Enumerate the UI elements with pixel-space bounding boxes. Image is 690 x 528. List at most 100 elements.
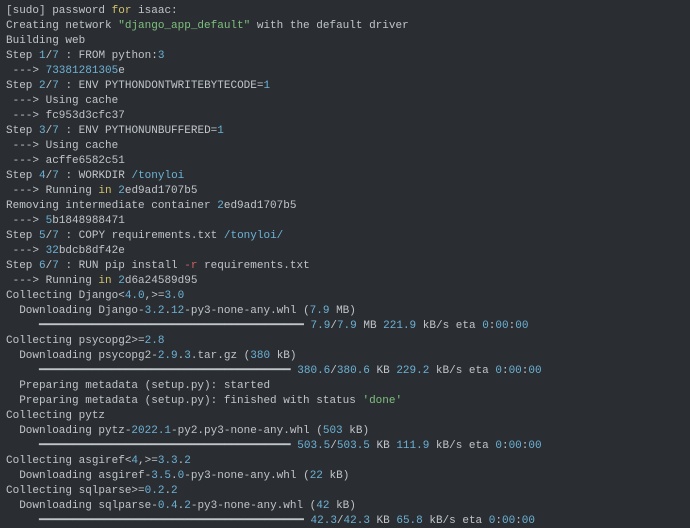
- terminal-segment: ,>=: [138, 455, 158, 467]
- terminal-segment: 3.0: [164, 290, 184, 302]
- terminal-segment: 503: [323, 425, 343, 437]
- terminal-segment: Step: [6, 80, 39, 92]
- terminal-segment: 1: [263, 80, 270, 92]
- terminal-line: ---> Using cache: [6, 139, 684, 154]
- terminal-segment: 7: [52, 80, 59, 92]
- terminal-segment: kB): [323, 470, 349, 482]
- terminal-segment: --->: [6, 65, 46, 77]
- terminal-segment: Step: [6, 125, 39, 137]
- terminal-segment: ━━━━━━━━━━━━━━━━━━━━━━━━━━━━━━━━━━━━━━: [6, 440, 297, 452]
- terminal-segment: KB: [370, 515, 396, 527]
- terminal-segment: 1: [217, 125, 224, 137]
- terminal-segment: 7: [52, 260, 59, 272]
- terminal-segment: Preparing metadata (setup.py): started: [6, 380, 270, 392]
- terminal-segment: Downloading sqlparse-: [6, 500, 158, 512]
- terminal-segment: 4.0: [125, 290, 145, 302]
- terminal-segment: bdcb8df42e: [59, 245, 125, 257]
- terminal-segment: 0.2: [145, 485, 165, 497]
- terminal-segment: 65.8: [396, 515, 422, 527]
- terminal-segment: 6: [39, 260, 46, 272]
- terminal-segment: : FROM python:: [59, 50, 158, 62]
- terminal-line: Preparing metadata (setup.py): finished …: [6, 394, 684, 409]
- terminal-segment: ---> Running: [6, 275, 98, 287]
- terminal-segment: --->: [6, 215, 46, 227]
- terminal-line: Downloading sqlparse-0.4.2-py3-none-any.…: [6, 499, 684, 514]
- terminal-segment: kB/s eta: [429, 365, 495, 377]
- terminal-segment: 00: [502, 515, 515, 527]
- terminal-line: Step 3/7 : ENV PYTHONUNBUFFERED=1: [6, 124, 684, 139]
- terminal-segment: -py3-none-any.whl (: [191, 500, 316, 512]
- terminal-segment: 3.2: [145, 305, 165, 317]
- terminal-line: Step 1/7 : FROM python:3: [6, 49, 684, 64]
- terminal-segment: 2022.1: [131, 425, 171, 437]
- terminal-segment: 32: [46, 245, 59, 257]
- terminal-line: Step 6/7 : RUN pip install -r requiremen…: [6, 259, 684, 274]
- terminal-segment: 2: [217, 200, 224, 212]
- terminal-segment: 380: [250, 350, 270, 362]
- terminal-line: ---> fc953d3cfc37: [6, 109, 684, 124]
- terminal-line: ---> acffe6582c51: [6, 154, 684, 169]
- terminal-segment: 2: [184, 500, 191, 512]
- terminal-segment: 3: [39, 125, 46, 137]
- terminal-segment: for: [112, 5, 132, 17]
- terminal-segment: 2: [118, 275, 125, 287]
- terminal-line: Removing intermediate container 2ed9ad17…: [6, 199, 684, 214]
- terminal-line: Step 2/7 : ENV PYTHONDONTWRITEBYTECODE=1: [6, 79, 684, 94]
- terminal-line: Downloading pytz-2022.1-py2.py3-none-any…: [6, 424, 684, 439]
- terminal-segment: 111.9: [396, 440, 429, 452]
- terminal-segment: 7: [52, 125, 59, 137]
- terminal-segment: Downloading Django-: [6, 305, 145, 317]
- terminal-segment: in: [98, 275, 111, 287]
- terminal-segment: -py3-none-any.whl (: [184, 305, 309, 317]
- terminal-line: ━━━━━━━━━━━━━━━━━━━━━━━━━━━━━━━━━━━━━━━━…: [6, 514, 684, 528]
- terminal-segment: MB: [357, 320, 383, 332]
- terminal-segment: 00: [522, 515, 535, 527]
- terminal-segment: : ENV PYTHONUNBUFFERED=: [59, 125, 217, 137]
- terminal-line: Downloading asgiref-3.5.0-py3-none-any.w…: [6, 469, 684, 484]
- terminal-segment: 2: [184, 455, 191, 467]
- terminal-line: ━━━━━━━━━━━━━━━━━━━━━━━━━━━━━━━━━━━━━━ 3…: [6, 364, 684, 379]
- terminal-line: Downloading Django-3.2.12-py3-none-any.w…: [6, 304, 684, 319]
- terminal-segment: 503.5: [297, 440, 330, 452]
- terminal-segment: requirements.txt: [197, 260, 309, 272]
- terminal-segment: d6a24589d95: [125, 275, 198, 287]
- terminal-segment: 7: [52, 50, 59, 62]
- terminal-line: ---> 5b1848988471: [6, 214, 684, 229]
- terminal-segment: 12: [171, 305, 184, 317]
- terminal-segment: ed9ad1707b5: [224, 200, 297, 212]
- terminal-segment: 503.5: [337, 440, 370, 452]
- terminal-segment: 73381281305: [46, 65, 119, 77]
- terminal-segment: Downloading psycopg2-: [6, 350, 158, 362]
- terminal-segment: Step: [6, 230, 39, 242]
- terminal-segment: MB): [329, 305, 355, 317]
- terminal-segment: kB/s eta: [429, 440, 495, 452]
- terminal-segment: Downloading asgiref-: [6, 470, 151, 482]
- terminal-segment: : WORKDIR: [59, 170, 132, 182]
- terminal-segment: 0.4: [158, 500, 178, 512]
- terminal-segment: Collecting sqlparse>=: [6, 485, 145, 497]
- terminal-output: [sudo] password for isaac:Creating netwo…: [0, 0, 690, 528]
- terminal-segment: 2: [118, 185, 125, 197]
- terminal-segment: /: [337, 515, 344, 527]
- terminal-line: Collecting psycopg2>=2.8: [6, 334, 684, 349]
- terminal-line: ---> Running in 2ed9ad1707b5: [6, 184, 684, 199]
- terminal-segment: 229.2: [396, 365, 429, 377]
- terminal-segment: Preparing metadata (setup.py): finished …: [6, 395, 362, 407]
- terminal-segment: 3: [184, 350, 191, 362]
- terminal-segment: 00: [528, 365, 541, 377]
- terminal-segment: .: [171, 470, 178, 482]
- terminal-segment: :: [495, 515, 502, 527]
- terminal-segment: Collecting psycopg2>=: [6, 335, 145, 347]
- terminal-segment: Step: [6, 170, 39, 182]
- terminal-segment: 7.9: [337, 320, 357, 332]
- terminal-line: Creating network "django_app_default" wi…: [6, 19, 684, 34]
- terminal-line: ---> Using cache: [6, 94, 684, 109]
- terminal-segment: 7.9: [310, 305, 330, 317]
- terminal-segment: kB/s eta: [423, 515, 489, 527]
- terminal-segment: -r: [184, 260, 197, 272]
- terminal-line: Collecting sqlparse>=0.2.2: [6, 484, 684, 499]
- terminal-segment: 4: [39, 170, 46, 182]
- terminal-segment: /tonyloi/: [224, 230, 283, 242]
- terminal-segment: 00: [509, 440, 522, 452]
- terminal-segment: Creating network: [6, 20, 118, 32]
